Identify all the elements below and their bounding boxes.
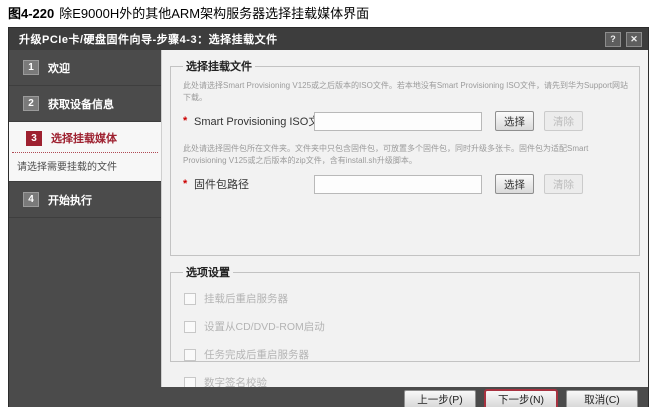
checkbox-label: 设置从CD/DVD-ROM启动 — [204, 319, 325, 334]
firmware-path-input[interactable] — [314, 175, 482, 194]
checkbox-row-boot-from-cd: 设置从CD/DVD-ROM启动 — [184, 319, 629, 334]
iso-file-input[interactable] — [314, 112, 482, 131]
step-number-badge: 4 — [23, 192, 39, 207]
step-label: 选择挂载媒体 — [51, 130, 117, 146]
checkbox-label: 任务完成后重启服务器 — [204, 347, 309, 362]
wizard-dialog: 升级PCIe卡/硬盘固件向导-步骤4-3：选择挂载文件 ? ✕ 1 欢迎 2 获… — [8, 27, 649, 407]
step-label: 获取设备信息 — [48, 96, 114, 112]
sidebar-filler — [9, 218, 161, 387]
checkbox-row-restart-after-task: 任务完成后重启服务器 — [184, 347, 629, 362]
firmware-path-description: 此处请选择固件包所在文件夹。文件夹中只包含固件包，可放置多个固件包，同时升级多张… — [183, 143, 629, 167]
checkbox-icon — [184, 321, 196, 333]
sidebar-step-select-media-active[interactable]: 3 选择挂载媒体 请选择需要挂载的文件 — [9, 122, 161, 182]
figure-number: 图4-220 — [8, 6, 54, 21]
next-button[interactable]: 下一步(N) — [485, 390, 557, 407]
dialog-footer: 上一步(P) 下一步(N) 取消(C) — [9, 387, 648, 407]
step-number-badge: 1 — [23, 60, 39, 75]
cancel-button[interactable]: 取消(C) — [566, 390, 638, 407]
firmware-clear-button: 清除 — [544, 174, 583, 194]
step-number-badge: 3 — [26, 131, 42, 146]
active-step-header: 3 选择挂载媒体 — [12, 122, 158, 153]
dialog-body: 1 欢迎 2 获取设备信息 3 选择挂载媒体 请选择需要挂载的文件 4 开始执行 — [9, 50, 648, 387]
checkbox-icon — [184, 349, 196, 361]
option-settings-legend: 选项设置 — [183, 264, 233, 280]
figure-title: 除E9000H外的其他ARM架构服务器选择挂载媒体界面 — [59, 6, 369, 21]
iso-file-label: Smart Provisioning ISO文件 — [194, 113, 314, 129]
step-label: 开始执行 — [48, 192, 92, 208]
figure-caption: 图4-220 除E9000H外的其他ARM架构服务器选择挂载媒体界面 — [0, 0, 649, 27]
step-label: 欢迎 — [48, 60, 70, 76]
step-number-badge: 2 — [23, 96, 39, 111]
iso-clear-button: 清除 — [544, 111, 583, 131]
close-icon[interactable]: ✕ — [626, 32, 642, 47]
checkbox-row-restart-after-mount: 挂载后重启服务器 — [184, 291, 629, 306]
sidebar-step-execute[interactable]: 4 开始执行 — [9, 182, 161, 218]
checkbox-icon — [184, 293, 196, 305]
select-mount-file-group: 选择挂载文件 此处请选择Smart Provisioning V125或之后版本… — [170, 58, 640, 256]
option-settings-group: 选项设置 挂载后重启服务器 设置从CD/DVD-ROM启动 任务完成后重启服务器… — [170, 264, 640, 362]
required-asterisk: * — [181, 115, 194, 127]
sidebar-step-welcome[interactable]: 1 欢迎 — [9, 50, 161, 86]
sidebar-step-device-info[interactable]: 2 获取设备信息 — [9, 86, 161, 122]
iso-select-button[interactable]: 选择 — [495, 111, 534, 131]
main-content: 选择挂载文件 此处请选择Smart Provisioning V125或之后版本… — [161, 50, 648, 387]
firmware-path-label: 固件包路径 — [194, 176, 314, 192]
firmware-path-row: * 固件包路径 选择 清除 — [181, 174, 629, 194]
wizard-steps-sidebar: 1 欢迎 2 获取设备信息 3 选择挂载媒体 请选择需要挂载的文件 4 开始执行 — [9, 50, 161, 387]
checkbox-label: 挂载后重启服务器 — [204, 291, 288, 306]
dialog-title: 升级PCIe卡/硬盘固件向导-步骤4-3：选择挂载文件 — [19, 31, 600, 47]
required-asterisk: * — [181, 178, 194, 190]
iso-file-row: * Smart Provisioning ISO文件 选择 清除 — [181, 111, 629, 131]
previous-button[interactable]: 上一步(P) — [404, 390, 476, 407]
help-icon[interactable]: ? — [605, 32, 621, 47]
firmware-select-button[interactable]: 选择 — [495, 174, 534, 194]
iso-file-description: 此处请选择Smart Provisioning V125或之后版本的ISO文件。… — [183, 80, 629, 104]
select-mount-file-legend: 选择挂载文件 — [183, 58, 255, 74]
active-step-subtitle: 请选择需要挂载的文件 — [9, 153, 161, 181]
dialog-titlebar: 升级PCIe卡/硬盘固件向导-步骤4-3：选择挂载文件 ? ✕ — [9, 28, 648, 50]
